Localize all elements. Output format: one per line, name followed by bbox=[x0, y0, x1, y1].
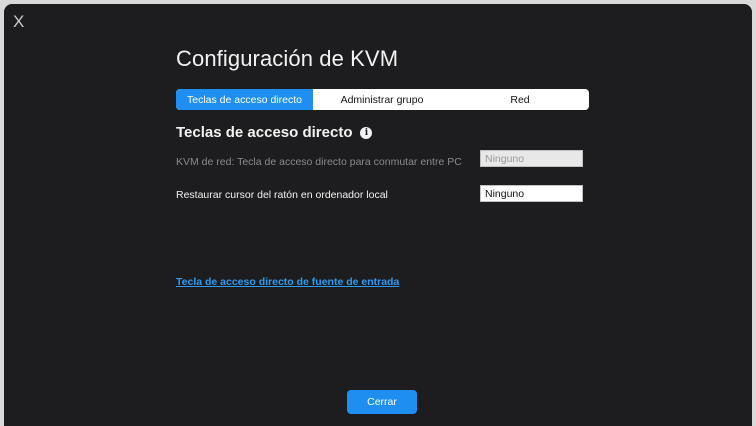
info-icon[interactable]: i bbox=[360, 126, 373, 139]
close-window-button[interactable]: X bbox=[13, 12, 24, 32]
tab-manage-group[interactable]: Administrar grupo bbox=[313, 89, 451, 110]
restore-cursor-label: Restaurar cursor del ratón en ordenador … bbox=[176, 189, 388, 201]
tab-network[interactable]: Red bbox=[451, 89, 589, 110]
page-title: Configuración de KVM bbox=[176, 46, 399, 71]
close-button[interactable]: Cerrar bbox=[347, 390, 417, 414]
section-title-text: Teclas de acceso directo bbox=[176, 124, 353, 141]
network-kvm-hotkey-label: KVM de red: Tecla de acceso directo para… bbox=[176, 156, 462, 168]
section-heading: Teclas de acceso directo i bbox=[176, 124, 373, 141]
input-source-hotkey-link[interactable]: Tecla de acceso directo de fuente de ent… bbox=[176, 276, 399, 288]
restore-cursor-hotkey-field[interactable] bbox=[480, 185, 583, 202]
tab-hotkeys[interactable]: Teclas de acceso directo bbox=[176, 89, 313, 110]
tab-bar: Teclas de acceso directo Administrar gru… bbox=[176, 89, 589, 110]
kvm-settings-window: X Configuración de KVM Teclas de acceso … bbox=[4, 4, 752, 426]
network-kvm-hotkey-field bbox=[480, 150, 583, 167]
